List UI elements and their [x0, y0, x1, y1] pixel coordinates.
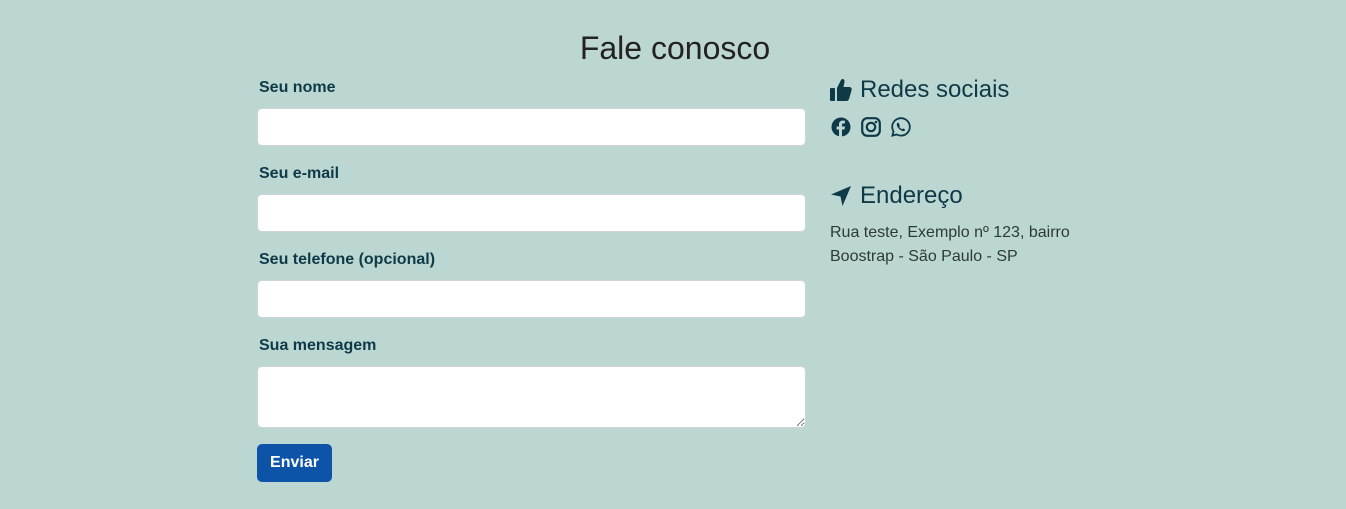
contact-form: Seu nome Seu e-mail Seu telefone (opcion…	[257, 76, 806, 482]
whatsapp-icon	[891, 117, 911, 137]
whatsapp-link[interactable]	[890, 116, 912, 138]
facebook-icon	[831, 117, 851, 137]
phone-label: Seu telefone (opcional)	[259, 251, 436, 268]
contact-sidebar: Redes sociais Endereço Rua teste, Exempl…	[830, 76, 1090, 269]
facebook-link[interactable]	[830, 116, 852, 138]
instagram-link[interactable]	[860, 116, 882, 138]
name-label: Seu nome	[259, 79, 336, 96]
social-links	[830, 116, 1090, 138]
address-title: Endereço	[860, 182, 963, 209]
location-arrow-icon	[831, 186, 851, 206]
email-input[interactable]	[257, 194, 806, 232]
message-textarea[interactable]	[257, 366, 806, 428]
email-label: Seu e-mail	[259, 165, 340, 182]
address-heading: Endereço	[830, 182, 1090, 210]
contact-page: Fale conosco Seu nome Seu e-mail Seu tel…	[0, 0, 1346, 509]
message-label: Sua mensagem	[259, 337, 377, 354]
social-heading: Redes sociais	[830, 76, 1090, 104]
address-text: Rua teste, Exemplo nº 123, bairro Boostr…	[830, 224, 1070, 265]
social-title: Redes sociais	[860, 76, 1010, 103]
page-title: Fale conosco	[579, 30, 771, 66]
name-input[interactable]	[257, 108, 806, 146]
thumbs-up-icon	[830, 78, 852, 101]
phone-input[interactable]	[257, 280, 806, 318]
submit-button[interactable]: Enviar	[257, 444, 332, 482]
instagram-icon	[861, 117, 881, 137]
